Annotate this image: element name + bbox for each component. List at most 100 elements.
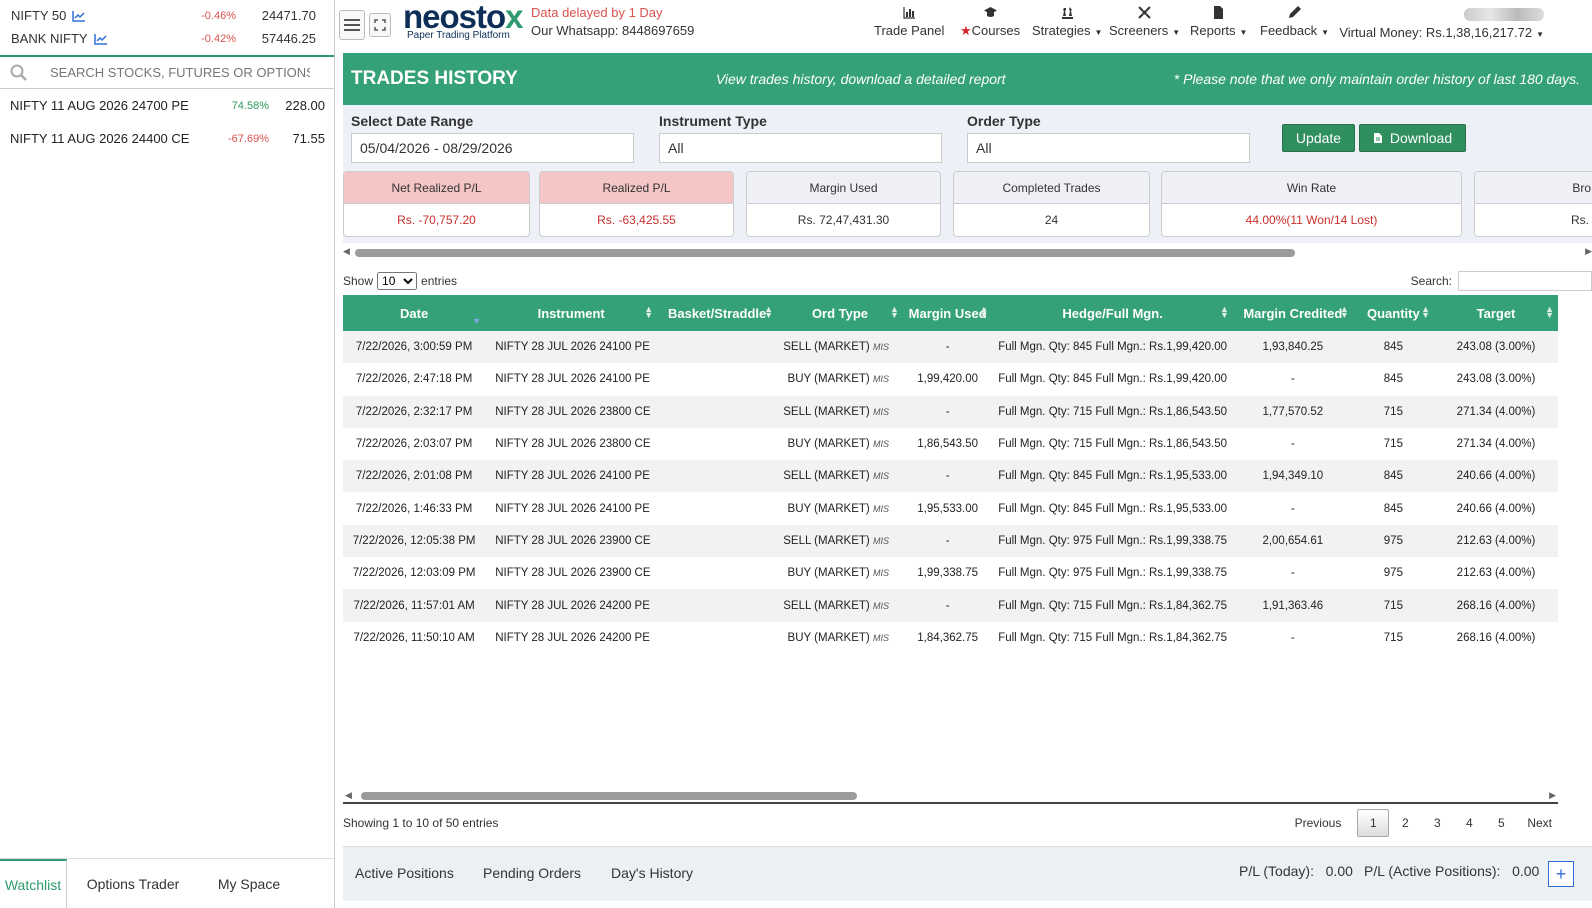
column-header-quantity[interactable]: Quantity ▲ ▼ <box>1353 295 1434 331</box>
table-cell: 7/22/2026, 12:05:38 PM <box>352 534 476 547</box>
column-header-margin-credited[interactable]: Margin Credited ▲ ▼ <box>1233 295 1353 331</box>
table-row[interactable]: 7/22/2026, 2:32:17 PM NIFTY 28 JUL 2026 2… <box>343 395 1558 428</box>
scroll-right-icon[interactable]: ▶ <box>1585 246 1592 257</box>
search-bar <box>0 55 334 89</box>
table-cell <box>657 622 777 654</box>
stats-scrollbar[interactable]: ◀ ▶ <box>343 243 1592 263</box>
add-button[interactable]: + <box>1548 861 1574 887</box>
tab-my-space[interactable]: My Space <box>199 859 299 908</box>
tab-active-positions[interactable]: Active Positions <box>355 865 454 881</box>
index-row-banknifty[interactable]: BANK NIFTY -0.42% 57446.25 <box>0 27 334 50</box>
column-header-margin-used[interactable]: Margin Used ▲ ▼ <box>903 295 992 331</box>
stats-row: Net Realized P/L Rs. -70,757.20 Realized… <box>343 171 1592 243</box>
index-price: 57446.25 <box>261 31 316 46</box>
caret-down-icon: ▼ <box>1321 28 1330 37</box>
previous-page-button[interactable]: Previous <box>1289 809 1348 837</box>
table-cell: 845 <box>1383 373 1403 386</box>
sort-icon: ▲ ▼ <box>979 304 989 320</box>
chart-icon[interactable] <box>72 10 86 22</box>
table-cell: 240.66 (4.00%) <box>1456 502 1536 515</box>
nav-strategies[interactable]: Strategies ▼ <box>1032 5 1102 38</box>
scrollbar-thumb[interactable] <box>355 249 1295 257</box>
tab-watchlist[interactable]: Watchlist <box>0 859 67 908</box>
table-row[interactable]: 7/22/2026, 2:01:08 PM NIFTY 28 JUL 2026 2… <box>343 460 1558 493</box>
neostox-logo[interactable]: neostox Paper Trading Platform <box>403 0 524 41</box>
column-header-basket-straddle[interactable]: Basket/Straddle ▲ ▼ <box>657 295 777 331</box>
table-row[interactable]: 7/22/2026, 11:50:10 AM NIFTY 28 JUL 2026 … <box>343 622 1558 654</box>
table-scrollbar[interactable]: ◀ ▶ <box>343 790 1558 804</box>
nav-trade-panel[interactable]: Trade Panel <box>874 5 944 38</box>
table-row[interactable]: 7/22/2026, 3:00:59 PM NIFTY 28 JUL 2026 2… <box>343 331 1558 364</box>
table-cell: - <box>1290 502 1295 515</box>
caret-down-icon: ▼ <box>1094 28 1103 37</box>
table-row[interactable]: 7/22/2026, 12:03:09 PM NIFTY 28 JUL 2026 … <box>343 557 1558 589</box>
table-cell: 845 <box>1383 470 1403 483</box>
next-page-button[interactable]: Next <box>1521 809 1558 837</box>
order-type-select[interactable]: All <box>967 133 1250 163</box>
table-cell: 1,91,363.46 <box>1262 599 1324 612</box>
instrument-type-select[interactable]: All <box>659 133 942 163</box>
index-row-nifty50[interactable]: NIFTY 50 -0.46% 24471.70 <box>0 4 334 27</box>
search-input[interactable] <box>50 65 310 80</box>
watchlist-item[interactable]: NIFTY 11 AUG 2026 24400 CE -67.69% 71.55 <box>0 122 334 155</box>
stat-completed-trades: Completed Trades 24 <box>953 171 1150 237</box>
table-cell <box>657 460 777 492</box>
fullscreen-button[interactable] <box>369 13 391 37</box>
column-header-hedge-full-mgn[interactable]: Hedge/Full Mgn. ▲ ▼ <box>992 295 1233 331</box>
stat-realized-pl: Realized P/L Rs. -63,425.55 <box>539 171 734 237</box>
user-name-blurred[interactable] <box>1464 8 1544 21</box>
nav-reports[interactable]: Reports ▼ <box>1190 5 1247 38</box>
table-row[interactable]: 7/22/2026, 2:47:18 PM NIFTY 28 JUL 2026 2… <box>343 363 1558 395</box>
tab-options-trader[interactable]: Options Trader <box>67 859 199 908</box>
table-row[interactable]: 7/22/2026, 1:46:33 PM NIFTY 28 JUL 2026 2… <box>343 492 1558 524</box>
menu-button[interactable] <box>339 10 365 40</box>
scroll-right-icon[interactable]: ▶ <box>1549 790 1556 801</box>
watchlist-item[interactable]: NIFTY 11 AUG 2026 24700 PE 74.58% 228.00 <box>0 89 334 122</box>
search-icon <box>10 64 27 81</box>
column-header-instrument[interactable]: Instrument ▲ ▼ <box>485 295 657 331</box>
scroll-left-icon[interactable]: ◀ <box>345 790 352 801</box>
sort-icon: ▲ ▼ <box>644 304 654 320</box>
entries-select[interactable]: 10 <box>377 272 418 290</box>
table-row[interactable]: 7/22/2026, 11:57:01 AM NIFTY 28 JUL 2026 … <box>343 589 1558 622</box>
index-change: -0.42% <box>201 32 236 45</box>
column-header-target[interactable]: Target ▲ ▼ <box>1434 295 1558 331</box>
column-header-date[interactable]: Date ▼ <box>343 295 485 331</box>
scroll-left-icon[interactable]: ◀ <box>343 246 350 257</box>
tab-pending-orders[interactable]: Pending Orders <box>483 865 581 881</box>
nav-feedback[interactable]: Feedback ▼ <box>1260 5 1329 38</box>
product-type: MIS <box>872 406 889 417</box>
product-type: MIS <box>872 632 889 643</box>
page-button[interactable]: 5 <box>1485 809 1517 837</box>
date-range-input[interactable]: 05/04/2026 - 08/29/2026 <box>351 133 634 163</box>
table-cell: 271.34 (4.00%) <box>1456 405 1536 418</box>
page-button[interactable]: 3 <box>1421 809 1453 837</box>
virtual-money[interactable]: Virtual Money: Rs.1,38,16,217.72 ▼ <box>1339 25 1544 40</box>
scrollbar-thumb[interactable] <box>361 792 857 800</box>
table-cell: 212.63 (4.00%) <box>1456 567 1536 580</box>
download-button[interactable]: Download <box>1359 124 1466 152</box>
page-button[interactable]: 1 <box>1357 809 1390 837</box>
whatsapp-contact: Our Whatsapp: 8448697659 <box>531 23 695 38</box>
column-header-ord-type[interactable]: Ord Type ▲ ▼ <box>777 295 903 331</box>
product-type: MIS <box>872 439 889 450</box>
nav-screeners[interactable]: Screeners ▼ <box>1109 5 1180 38</box>
page-button[interactable]: 4 <box>1453 809 1485 837</box>
table-header: Date ▼ Instrument ▲ ▼ Basket/Straddle ▲ ▼ Ord Ty… <box>343 295 1558 331</box>
update-button[interactable]: Update <box>1282 124 1355 152</box>
tab-days-history[interactable]: Day's History <box>611 865 693 881</box>
table-cell: Full Mgn. Qty: 975 Full Mgn.: Rs.1,99,33… <box>998 567 1228 580</box>
nav-courses[interactable]: ★Courses <box>960 5 1020 39</box>
sort-icon: ▲ ▼ <box>1219 304 1229 320</box>
order-type-cell: SELL (MARKET) MIS <box>783 470 889 483</box>
chart-icon[interactable] <box>93 33 108 45</box>
table-search-input[interactable] <box>1458 271 1592 291</box>
page-button[interactable]: 2 <box>1389 809 1421 837</box>
table-cell: 715 <box>1383 631 1403 644</box>
product-type: MIS <box>872 374 889 385</box>
table-cell: - <box>945 405 950 418</box>
table-row[interactable]: 7/22/2026, 2:03:07 PM NIFTY 28 JUL 2026 2… <box>343 428 1558 460</box>
table-row[interactable]: 7/22/2026, 12:05:38 PM NIFTY 28 JUL 2026 … <box>343 524 1558 558</box>
stat-margin-used: Margin Used Rs. 72,47,431.30 <box>746 171 941 237</box>
table-cell: Full Mgn. Qty: 715 Full Mgn.: Rs.1,86,54… <box>998 405 1228 418</box>
